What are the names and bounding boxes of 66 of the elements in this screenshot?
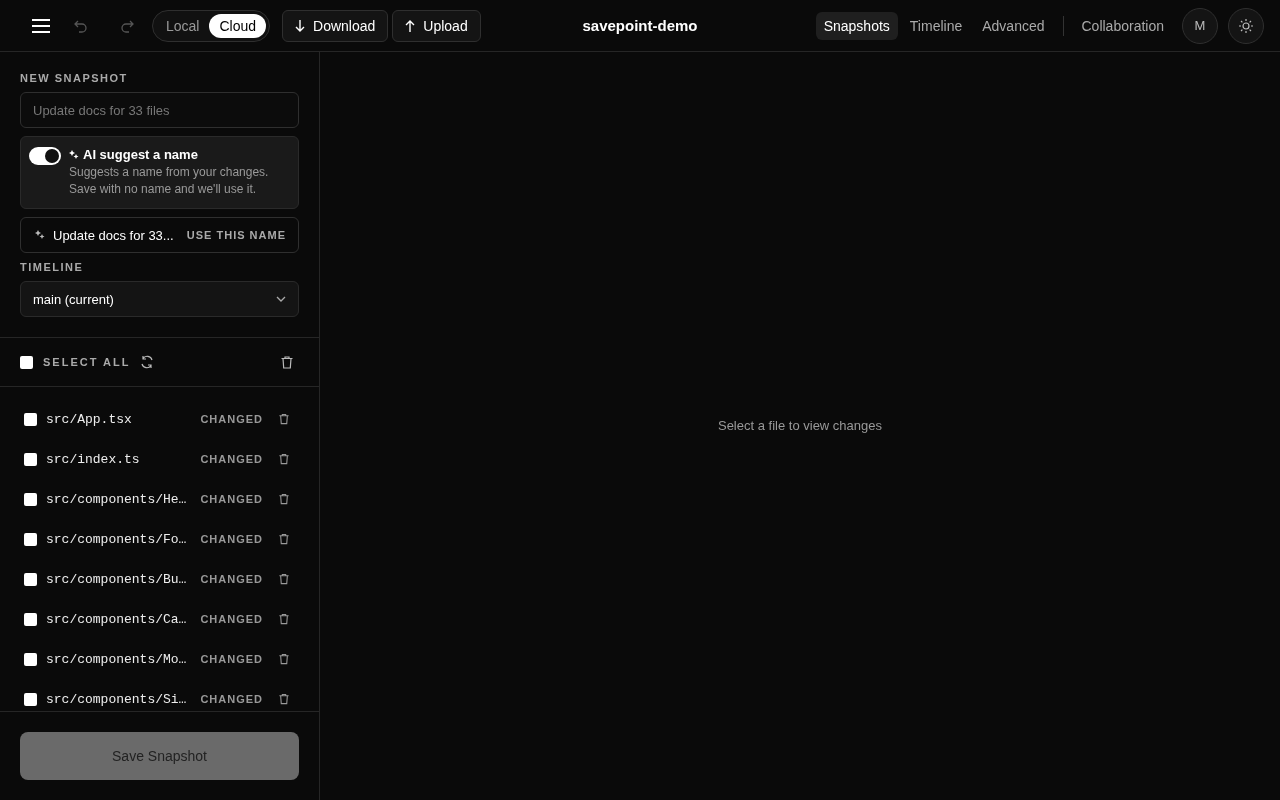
menu-icon[interactable]: [32, 18, 50, 33]
chevron-down-icon: [276, 296, 286, 302]
checkbox[interactable]: [24, 692, 37, 706]
file-status: CHANGED: [200, 453, 263, 465]
checkbox[interactable]: [24, 452, 37, 466]
sparkle-icon: [35, 230, 45, 240]
checkbox[interactable]: [24, 412, 37, 426]
select-all-label: SELECT ALL: [43, 356, 131, 368]
sun-icon: [1238, 17, 1254, 34]
storage-option[interactable]: Local: [156, 13, 210, 38]
avatar-button[interactable]: M: [1182, 7, 1218, 44]
trash-icon[interactable]: [279, 613, 289, 625]
storage-option[interactable]: Cloud: [209, 13, 267, 38]
trash-icon[interactable]: [279, 573, 289, 585]
nav-tab[interactable]: Timeline: [901, 11, 971, 40]
file-status: CHANGED: [200, 533, 263, 545]
project-title: savepoint-demo: [581, 17, 699, 34]
file-path[interactable]: src/components/Fo…: [46, 531, 192, 547]
toggle-switch[interactable]: [29, 147, 61, 165]
redo-icon[interactable]: [120, 18, 134, 33]
file-status: CHANGED: [200, 693, 263, 705]
trash-icon[interactable]: [279, 533, 289, 545]
checkbox[interactable]: [24, 612, 37, 626]
arrow-up-icon: [405, 19, 416, 32]
theme-button[interactable]: [1228, 7, 1264, 44]
suggested-name: Update docs for 33...: [53, 227, 174, 243]
file-status: CHANGED: [200, 653, 263, 665]
file-path[interactable]: src/components/Ca…: [46, 611, 192, 627]
sparkle-icon: [69, 149, 79, 160]
file-status: CHANGED: [200, 493, 263, 505]
file-path[interactable]: src/components/Si…: [46, 691, 192, 707]
trash-icon[interactable]: [279, 453, 289, 465]
checkbox[interactable]: [24, 532, 37, 546]
refresh-icon[interactable]: [140, 355, 155, 369]
trash-icon[interactable]: [279, 653, 289, 665]
checkbox[interactable]: [24, 492, 37, 506]
nav-tab[interactable]: Snapshots: [815, 11, 898, 40]
nav-tab[interactable]: Advanced: [974, 11, 1053, 40]
section-label: NEW SNAPSHOT: [20, 72, 129, 84]
download-button[interactable]: Download: [282, 9, 389, 42]
file-path[interactable]: src/components/Mo…: [46, 651, 192, 667]
section-label: TIMELINE: [20, 261, 85, 273]
empty-message: Select a file to view changes: [717, 417, 882, 433]
arrow-down-icon: [295, 19, 306, 32]
file-path[interactable]: src/components/Bu…: [46, 571, 192, 587]
ai-suggest-title: AI suggest a name: [83, 147, 198, 162]
trash-icon[interactable]: [281, 355, 293, 369]
checkbox[interactable]: [24, 652, 37, 666]
upload-button[interactable]: Upload: [392, 9, 481, 42]
checkbox[interactable]: [20, 355, 33, 369]
file-status: CHANGED: [200, 613, 263, 625]
trash-icon[interactable]: [279, 413, 289, 425]
snapshot-name-field[interactable]: Update docs for 33 files: [20, 92, 299, 128]
file-path[interactable]: src/App.tsx: [46, 411, 192, 427]
file-status: CHANGED: [200, 413, 263, 425]
trash-icon[interactable]: [279, 693, 289, 705]
timeline-dropdown[interactable]: main (current): [20, 281, 299, 317]
file-path[interactable]: src/components/He…: [46, 491, 192, 507]
use-name-button[interactable]: USE THIS NAME: [186, 229, 286, 241]
collaboration-tab[interactable]: Collaboration: [1073, 11, 1172, 40]
file-path[interactable]: src/index.ts: [46, 451, 192, 467]
trash-icon[interactable]: [279, 493, 289, 505]
undo-icon[interactable]: [74, 18, 88, 33]
checkbox[interactable]: [24, 572, 37, 586]
ai-suggest-description: Suggests a name from your changes. Save with no name and we'll use it.: [69, 164, 270, 198]
file-status: CHANGED: [200, 573, 263, 585]
